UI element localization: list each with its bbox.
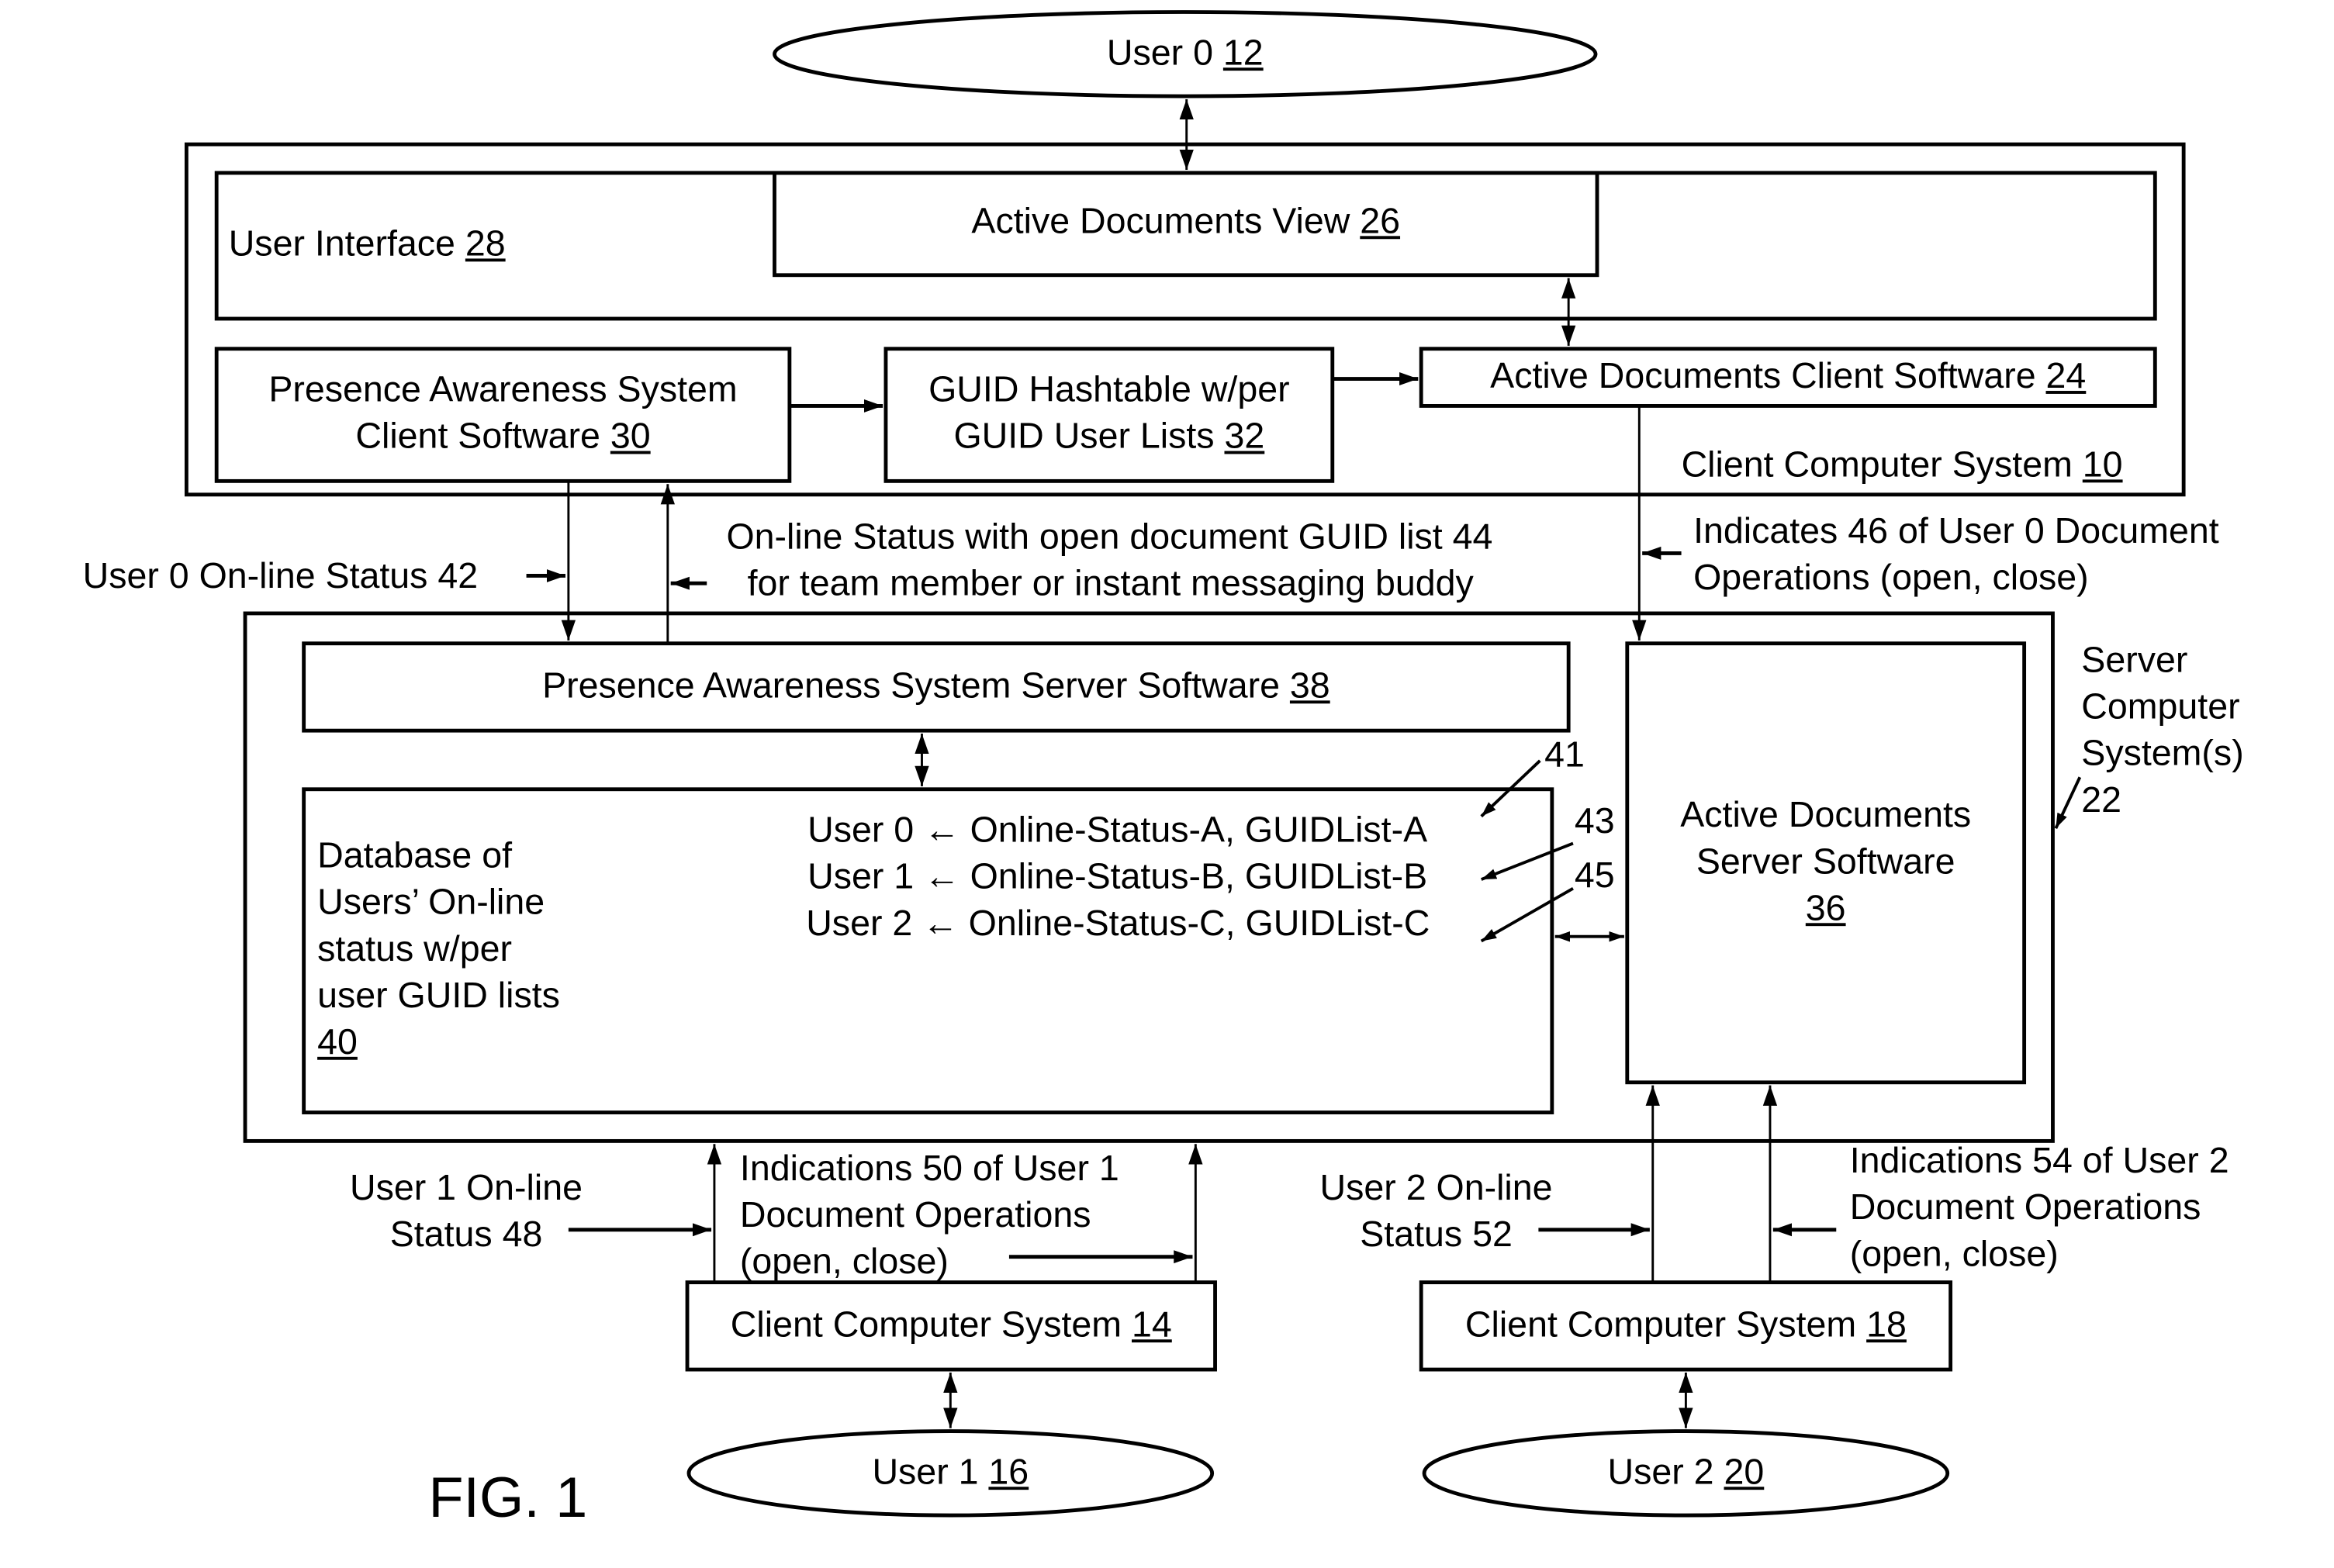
pas-client-line2: Client Software 30 bbox=[216, 413, 790, 460]
status-44-line1: On-line Status with open document GUID l… bbox=[726, 516, 1493, 558]
adview-ref: 26 bbox=[1360, 201, 1401, 243]
client-14-label: Client Computer System 14 bbox=[687, 1302, 1215, 1349]
user2-ref: 20 bbox=[1724, 1452, 1765, 1494]
ad-client-text: Active Documents Client Software bbox=[1490, 356, 2036, 397]
client-14-ref: 14 bbox=[1132, 1304, 1172, 1346]
pas-server-text: Presence Awareness System Server Softwar… bbox=[542, 665, 1280, 707]
user2-name: User 2 bbox=[1607, 1452, 1714, 1494]
client-system-10-text: Client Computer System bbox=[1681, 444, 2073, 486]
client-system-10-ref: 10 bbox=[2082, 444, 2123, 486]
database-entry: User 1 ← Online-Status-B, GUIDList-B bbox=[807, 857, 1428, 898]
user-interface-box bbox=[214, 171, 2157, 321]
guid-hashtable-ref: 32 bbox=[1224, 416, 1265, 458]
user1-status-line2: Status 48 bbox=[389, 1214, 543, 1255]
ref45-pointer bbox=[1480, 887, 1574, 943]
user1-name: User 1 bbox=[872, 1452, 979, 1494]
client-18-ref: 18 bbox=[1866, 1304, 1907, 1346]
client-system-10-label: Client Computer System 10 bbox=[1682, 442, 2123, 489]
ref43-pointer bbox=[1481, 841, 1574, 881]
server-system-ref: 22 bbox=[2081, 780, 2122, 821]
indications54-line3: (open, close) bbox=[1849, 1234, 2059, 1275]
user-interface-label: User Interface 28 bbox=[229, 221, 506, 268]
database-line2: Users’ On-line bbox=[317, 882, 545, 924]
guid-hashtable-label: GUID Hashtable w/per GUID User Lists 32 bbox=[886, 367, 1333, 460]
ad-client-label: Active Documents Client Software 24 bbox=[1421, 354, 2155, 400]
database-line3: status w/per bbox=[317, 929, 512, 970]
active-documents-view-label: Active Documents View 26 bbox=[774, 199, 1597, 245]
indicates-46-line1: Indicates 46 of User 0 Document bbox=[1693, 511, 2219, 552]
database-line1: Database of bbox=[317, 835, 513, 877]
user0-ref: 12 bbox=[1222, 33, 1264, 74]
pas-client-line2-text: Client Software bbox=[355, 416, 600, 458]
user2-label: User 2 20 bbox=[1424, 1449, 1948, 1496]
patent-figure: User 0 12 User Interface 28 Active Docum… bbox=[0, 0, 2334, 1568]
ad-server-line2: Server Software bbox=[1696, 841, 1955, 882]
pas-server-label: Presence Awareness System Server Softwar… bbox=[304, 663, 1569, 710]
guid-hashtable-line2: GUID User Lists 32 bbox=[886, 413, 1333, 460]
indications50-line1: Indications 50 of User 1 bbox=[739, 1148, 1119, 1190]
pas-client-line1: Presence Awareness System bbox=[268, 369, 738, 411]
ad-client-ref: 24 bbox=[2045, 356, 2087, 397]
indications54-line1: Indications 54 of User 2 bbox=[1849, 1141, 2229, 1182]
ad-server-label: Active Documents Server Software 36 bbox=[1627, 793, 2025, 932]
guid-hashtable-line2-text: GUID User Lists bbox=[953, 416, 1215, 458]
server-system-line3: System(s) bbox=[2081, 734, 2244, 775]
status-44-line2: for team member or instant messaging bud… bbox=[747, 563, 1474, 605]
database-label: Database of Users’ On-line status w/per … bbox=[317, 833, 560, 1065]
user1-status-48-label: User 1 On-line Status 48 bbox=[331, 1165, 602, 1258]
guid-hashtable-line1: GUID Hashtable w/per bbox=[928, 369, 1290, 411]
client-14-text: Client Computer System bbox=[730, 1304, 1122, 1346]
server-system-line1: Server bbox=[2081, 640, 2188, 682]
user2-status-line1: User 2 On-line bbox=[1319, 1168, 1553, 1209]
ref-43-label: 43 bbox=[1574, 801, 1615, 842]
user0-name: User 0 bbox=[1106, 33, 1213, 74]
user0-status-42-label: User 0 On-line Status 42 bbox=[82, 556, 479, 597]
indications-50-label: Indications 50 of User 1 Document Operat… bbox=[740, 1145, 1119, 1285]
indications54-line2: Document Operations bbox=[1849, 1187, 2201, 1228]
indications50-line2: Document Operations bbox=[739, 1195, 1091, 1236]
database-entry: User 2 ← Online-Status-C, GUIDList-C bbox=[806, 903, 1430, 945]
user1-ref: 16 bbox=[988, 1452, 1029, 1494]
user0-label: User 0 12 bbox=[925, 30, 1445, 77]
indicates-46-line2: Operations (open, close) bbox=[1693, 558, 2089, 599]
figure-label: FIG. 1 bbox=[428, 1467, 588, 1531]
client-18-label: Client Computer System 18 bbox=[1421, 1302, 1950, 1349]
user1-label: User 1 16 bbox=[689, 1449, 1212, 1496]
ref-45-label: 45 bbox=[1574, 855, 1615, 896]
pas-client-ref: 30 bbox=[610, 416, 651, 458]
pas-server-ref: 38 bbox=[1289, 665, 1330, 707]
database-ref: 40 bbox=[317, 1022, 358, 1063]
adview-text: Active Documents View bbox=[971, 201, 1350, 243]
database-line4: user GUID lists bbox=[317, 976, 560, 1017]
pas-client-label: Presence Awareness System Client Softwar… bbox=[216, 367, 790, 460]
ref-41-label: 41 bbox=[1544, 734, 1585, 776]
ad-server-ref: 36 bbox=[1805, 888, 1846, 930]
user-interface-ref: 28 bbox=[465, 223, 506, 265]
user2-status-52-label: User 2 On-line Status 52 bbox=[1301, 1165, 1572, 1258]
indications-54-label: Indications 54 of User 2 Document Operat… bbox=[1850, 1138, 2229, 1278]
user1-status-line1: User 1 On-line bbox=[350, 1168, 583, 1209]
database-entry: User 0 ← Online-Status-A, GUIDList-A bbox=[807, 810, 1428, 851]
ad-server-line1: Active Documents bbox=[1680, 795, 1972, 836]
indications50-line3: (open, close) bbox=[739, 1242, 949, 1283]
client-18-text: Client Computer System bbox=[1464, 1304, 1857, 1346]
ref22-pointer bbox=[2054, 776, 2082, 829]
user2-status-line2: Status 52 bbox=[1360, 1214, 1513, 1255]
server-system-line2: Computer bbox=[2081, 686, 2240, 728]
user-interface-text: User Interface bbox=[228, 223, 455, 265]
